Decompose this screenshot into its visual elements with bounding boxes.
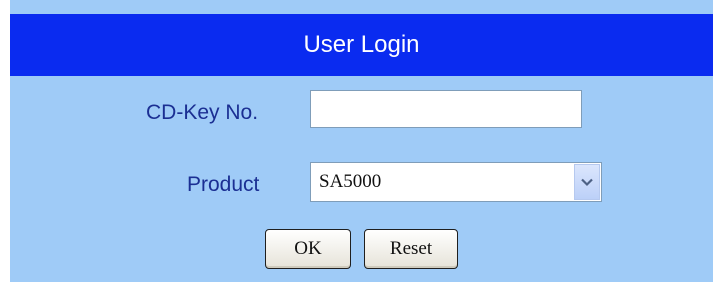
ok-button[interactable]: OK: [265, 229, 351, 269]
reset-button[interactable]: Reset: [364, 229, 458, 269]
login-header: User Login: [10, 14, 713, 76]
cdkey-input[interactable]: [310, 90, 582, 128]
dropdown-button[interactable]: [574, 164, 600, 200]
cdkey-label: CD-Key No.: [146, 101, 259, 124]
login-panel: User Login: [10, 0, 713, 282]
login-title: User Login: [303, 31, 420, 58]
product-select[interactable]: SA5000: [310, 162, 602, 202]
product-selected-value: SA5000: [319, 171, 382, 192]
chevron-down-icon: [581, 178, 593, 186]
product-label: Product: [187, 173, 260, 196]
